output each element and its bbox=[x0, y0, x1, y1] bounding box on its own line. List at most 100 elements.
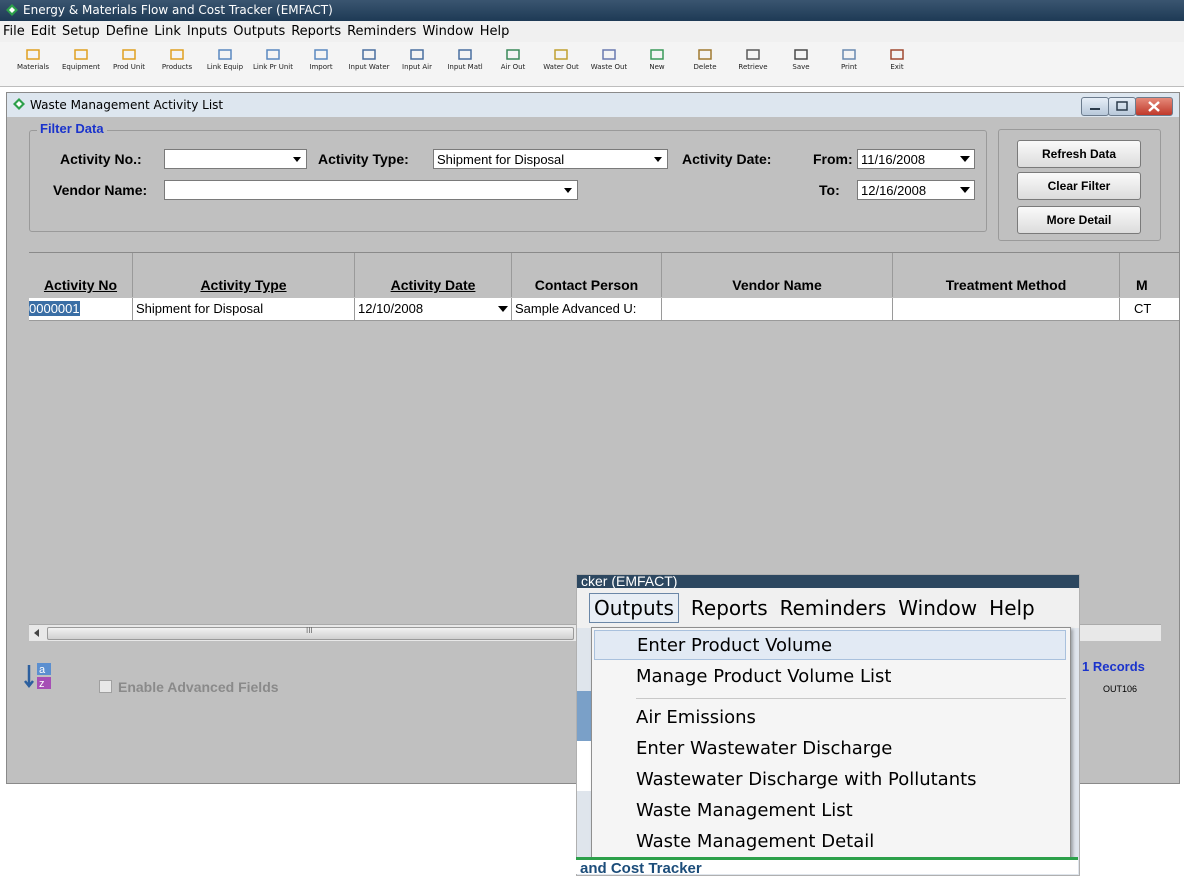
menu-inputs[interactable]: Inputs bbox=[184, 24, 230, 39]
cell-activity-no[interactable]: 0000001 bbox=[29, 298, 133, 320]
table-row[interactable]: 0000001 Shipment for Disposal 12/10/2008… bbox=[29, 298, 1179, 321]
maximize-button[interactable] bbox=[1108, 97, 1136, 116]
toolbar-save-button[interactable]: Save bbox=[778, 46, 824, 82]
toolbar-link-pr-unit-button[interactable]: Link Pr Unit bbox=[250, 46, 296, 82]
checkbox-icon[interactable] bbox=[99, 680, 112, 693]
menu-item-air-emissions[interactable]: Air Emissions bbox=[594, 703, 1066, 733]
col-treatment-method[interactable]: Treatment Method bbox=[893, 253, 1120, 297]
scroll-thumb[interactable]: III bbox=[47, 626, 574, 640]
chevron-down-icon[interactable] bbox=[958, 152, 972, 166]
menu-edit[interactable]: Edit bbox=[28, 24, 59, 39]
col-m[interactable]: M bbox=[1120, 253, 1179, 297]
cell-contact-person[interactable]: Sample Advanced U: bbox=[512, 298, 662, 320]
menu-help[interactable]: Help bbox=[477, 24, 513, 39]
menu-outputs-active[interactable]: Outputs bbox=[589, 593, 679, 623]
toolbar-exit-button[interactable]: Exit bbox=[874, 46, 920, 82]
from-label: From: bbox=[813, 151, 853, 167]
toolbar-print-label: Print bbox=[840, 63, 858, 71]
activity-no-label: Activity No.: bbox=[60, 151, 142, 167]
refresh-data-button[interactable]: Refresh Data bbox=[1017, 140, 1141, 168]
toolbar-retrieve-button[interactable]: Retrieve bbox=[730, 46, 776, 82]
sort-az-icon[interactable]: a z bbox=[23, 661, 53, 691]
chevron-down-icon[interactable] bbox=[290, 152, 304, 166]
products-icon bbox=[170, 49, 184, 60]
chevron-down-icon[interactable] bbox=[495, 302, 511, 316]
menu-item-enter-product-volume[interactable]: Enter Product Volume bbox=[594, 630, 1066, 660]
toolbar-products-button[interactable]: Products bbox=[154, 46, 200, 82]
activity-no-combo[interactable] bbox=[164, 149, 307, 169]
link-equip-icon bbox=[218, 49, 232, 60]
enable-advanced-checkbox[interactable]: Enable Advanced Fields bbox=[99, 679, 279, 695]
save-icon bbox=[794, 49, 808, 60]
menu-window[interactable]: Window bbox=[892, 596, 983, 620]
toolbar-link-equip-button[interactable]: Link Equip bbox=[202, 46, 248, 82]
toolbar-input-matl-button[interactable]: Input Matl bbox=[442, 46, 488, 82]
materials-icon bbox=[26, 49, 40, 60]
minimize-button[interactable] bbox=[1081, 97, 1109, 116]
chevron-down-icon[interactable] bbox=[561, 183, 575, 197]
toolbar-water-out-button[interactable]: Water Out bbox=[538, 46, 584, 82]
cell-m[interactable]: CT bbox=[1120, 298, 1179, 320]
close-button[interactable] bbox=[1135, 97, 1173, 116]
input-air-icon bbox=[410, 49, 424, 60]
toolbar-input-air-button[interactable]: Input Air bbox=[394, 46, 440, 82]
cell-activity-type[interactable]: Shipment for Disposal bbox=[133, 298, 355, 320]
toolbar-delete-button[interactable]: Delete bbox=[682, 46, 728, 82]
menu-define[interactable]: Define bbox=[103, 24, 151, 39]
toolbar-new-button[interactable]: New bbox=[634, 46, 680, 82]
child-window-title: Waste Management Activity List bbox=[30, 98, 224, 112]
col-activity-type[interactable]: Activity Type bbox=[133, 253, 355, 297]
toolbar-air-out-button[interactable]: Air Out bbox=[490, 46, 536, 82]
input-matl-icon bbox=[458, 49, 472, 60]
menu-window[interactable]: Window bbox=[419, 24, 476, 39]
menu-reminders[interactable]: Reminders bbox=[344, 24, 419, 39]
cell-treatment-method[interactable] bbox=[893, 298, 1120, 320]
menu-outputs[interactable]: Outputs bbox=[230, 24, 288, 39]
clear-filter-button[interactable]: Clear Filter bbox=[1017, 172, 1141, 200]
menu-help[interactable]: Help bbox=[983, 596, 1041, 620]
toolbar-prod-unit-button[interactable]: Prod Unit bbox=[106, 46, 152, 82]
more-detail-button[interactable]: More Detail bbox=[1017, 206, 1141, 234]
cell-vendor-name[interactable] bbox=[662, 298, 893, 320]
toolbar-print-button[interactable]: Print bbox=[826, 46, 872, 82]
menu-setup[interactable]: Setup bbox=[59, 24, 103, 39]
toolbar-import-label: Import bbox=[309, 63, 333, 71]
menu-item-enter-wastewater-discharge[interactable]: Enter Wastewater Discharge bbox=[594, 734, 1066, 764]
activity-type-combo[interactable]: Shipment for Disposal bbox=[433, 149, 668, 169]
filter-legend: Filter Data bbox=[37, 121, 107, 136]
from-date-picker[interactable]: 11/16/2008 bbox=[857, 149, 975, 169]
col-activity-no[interactable]: Activity No bbox=[29, 253, 133, 297]
chevron-down-icon[interactable] bbox=[958, 183, 972, 197]
retrieve-icon bbox=[746, 49, 760, 60]
toolbar-retrieve-label: Retrieve bbox=[738, 63, 768, 71]
toolbar-input-water-label: Input Water bbox=[348, 63, 390, 71]
menu-reminders[interactable]: Reminders bbox=[774, 596, 893, 620]
menu-item-manage-product-volume-list[interactable]: Manage Product Volume List bbox=[594, 662, 1066, 692]
toolbar-air-out-label: Air Out bbox=[500, 63, 526, 71]
vendor-name-combo[interactable] bbox=[164, 180, 578, 200]
menu-link[interactable]: Link bbox=[151, 24, 184, 39]
toolbar-exit-label: Exit bbox=[890, 63, 904, 71]
import-icon bbox=[314, 49, 328, 60]
menu-reports[interactable]: Reports bbox=[288, 24, 344, 39]
toolbar-equipment-button[interactable]: Equipment bbox=[58, 46, 104, 82]
scroll-left-icon[interactable] bbox=[32, 628, 42, 638]
col-activity-date[interactable]: Activity Date bbox=[355, 253, 512, 297]
menu-file[interactable]: File bbox=[0, 24, 28, 39]
toolbar-materials-button[interactable]: Materials bbox=[10, 46, 56, 82]
to-date-picker[interactable]: 12/16/2008 bbox=[857, 180, 975, 200]
cell-activity-date[interactable]: 12/10/2008 bbox=[355, 298, 512, 320]
menu-item-waste-management-detail[interactable]: Waste Management Detail bbox=[594, 827, 1066, 857]
menu-item-wastewater-discharge-pollutants[interactable]: Wastewater Discharge with Pollutants bbox=[594, 765, 1066, 795]
toolbar-import-button[interactable]: Import bbox=[298, 46, 344, 82]
water-out-icon bbox=[554, 49, 568, 60]
svg-text:a: a bbox=[39, 664, 46, 676]
toolbar-waste-out-button[interactable]: Waste Out bbox=[586, 46, 632, 82]
menu-item-waste-management-list[interactable]: Waste Management List bbox=[594, 796, 1066, 826]
toolbar-prod-unit-label: Prod Unit bbox=[112, 63, 146, 71]
col-vendor-name[interactable]: Vendor Name bbox=[662, 253, 893, 297]
menu-reports[interactable]: Reports bbox=[685, 596, 774, 620]
chevron-down-icon[interactable] bbox=[651, 152, 665, 166]
toolbar-input-water-button[interactable]: Input Water bbox=[346, 46, 392, 82]
col-contact-person[interactable]: Contact Person bbox=[512, 253, 662, 297]
